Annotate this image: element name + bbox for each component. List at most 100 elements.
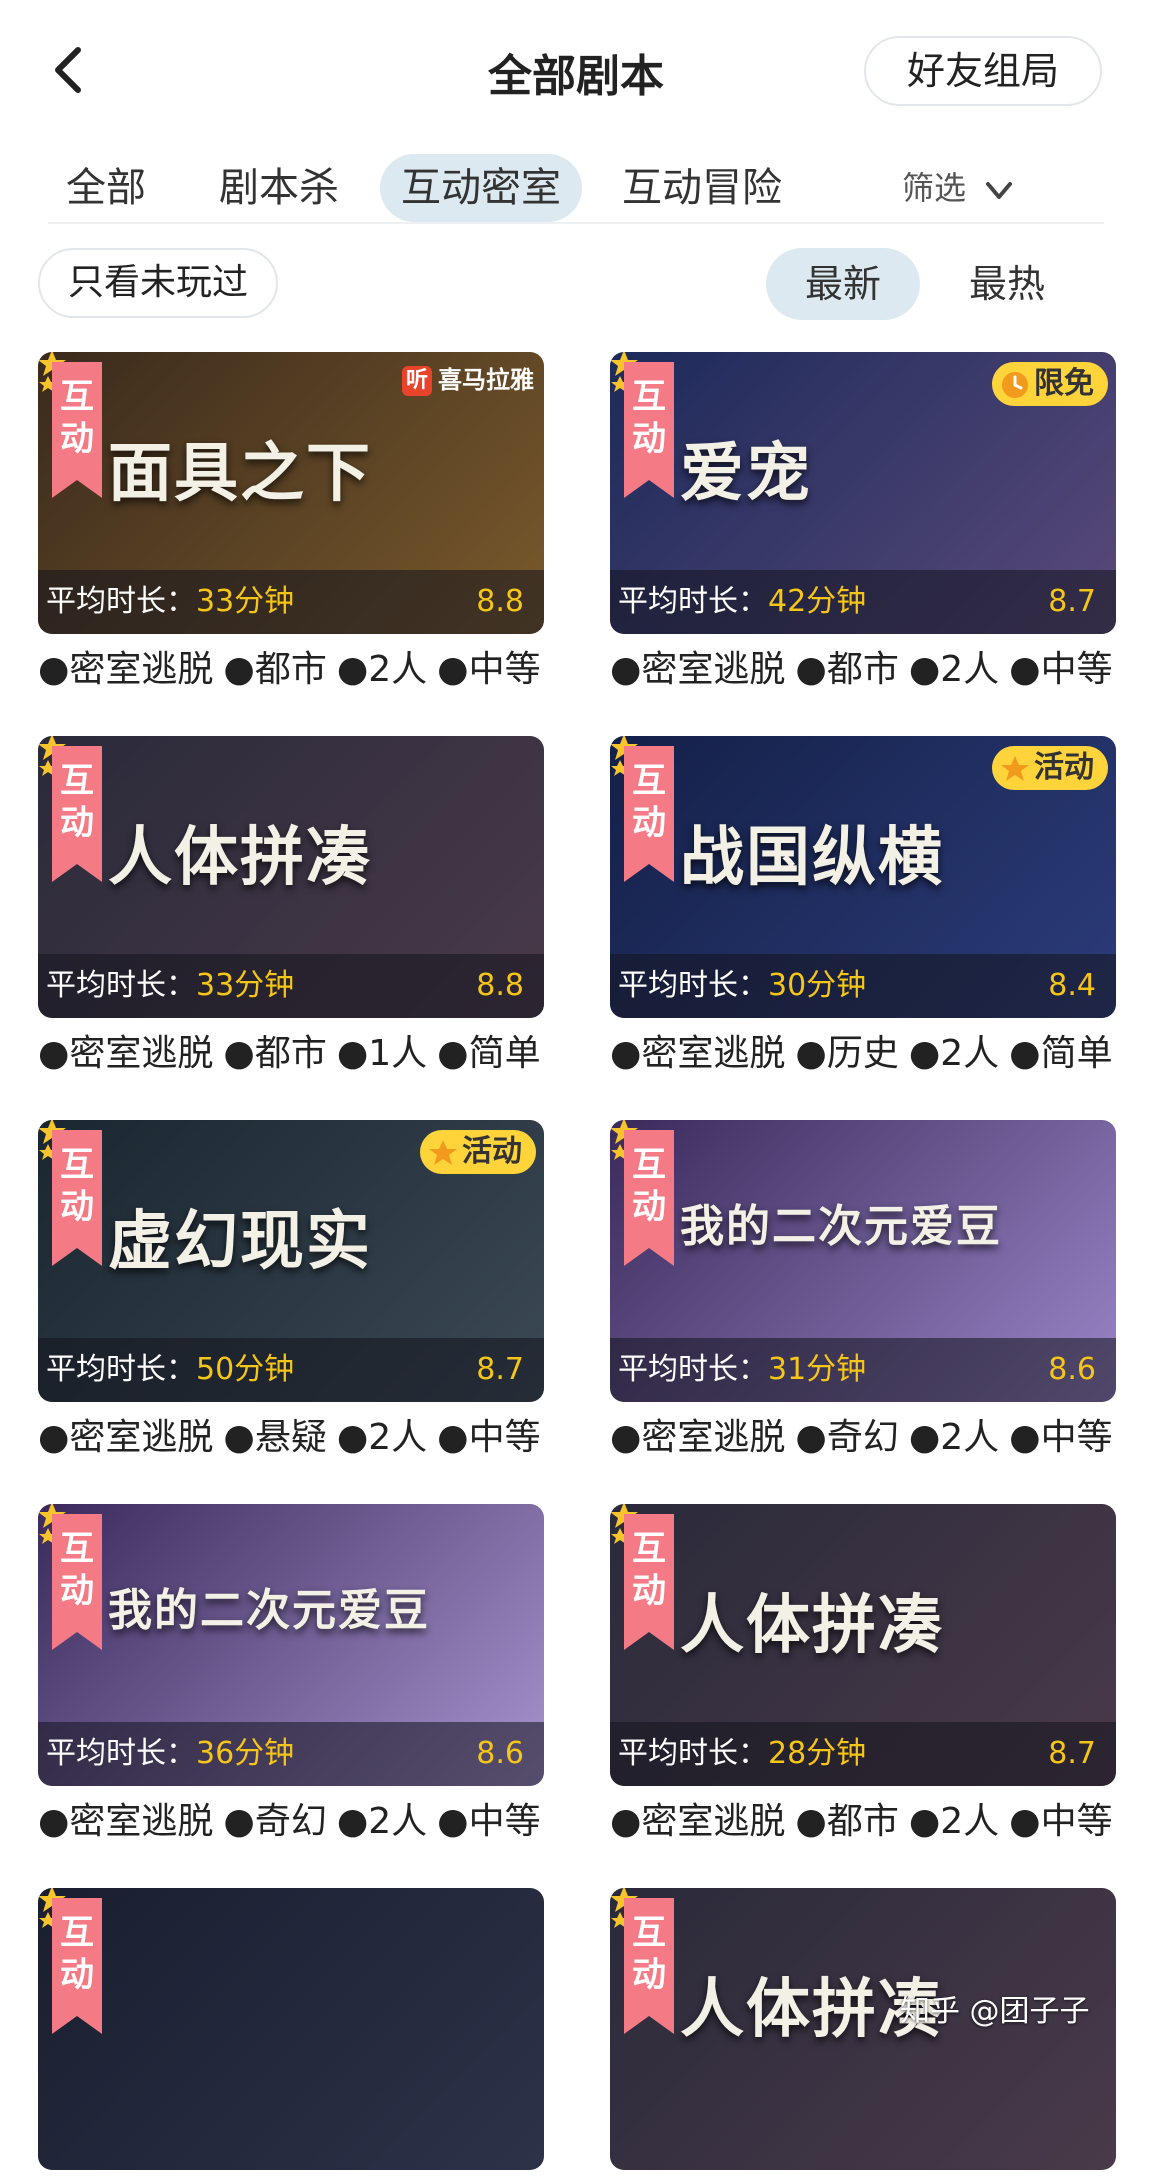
duration-label: 平均时长： <box>46 1736 196 1771</box>
star-icon <box>429 1139 457 1165</box>
tag-list: ●密室逃脱 ●都市 ●1人 ●简单 <box>38 1024 544 1076</box>
brand-name: 喜马拉雅 <box>438 366 534 394</box>
brand-label: 听喜马拉雅 <box>402 360 534 396</box>
tabs-divider <box>48 222 1104 224</box>
duration-value: 33分钟 <box>196 584 295 619</box>
script-cover[interactable]: 人体拼凑 互动 平均时长：33分钟 8.8 <box>38 736 544 1018</box>
interactive-ribbon: 互动 <box>624 1898 674 2034</box>
tag-item: ●密室逃脱 <box>610 649 786 690</box>
rating-value: 8.7 <box>476 1352 524 1387</box>
watermark: 知乎 @团子子 <box>900 1994 1090 2029</box>
ribbon-label: 互动 <box>60 377 94 459</box>
script-card[interactable]: 面具之下 互动 平均时长：33分钟 8.8 听喜马拉雅 ●密室逃脱 ●都市 ●2人 ●… <box>38 352 544 692</box>
tab-murder-mystery[interactable]: 剧本杀 <box>214 154 344 222</box>
ribbon-label: 互动 <box>60 1145 94 1227</box>
info-bar: 平均时长：33分钟 8.8 <box>38 954 544 1018</box>
info-bar: 平均时长：28分钟 8.7 <box>610 1722 1116 1786</box>
tag-list: ●密室逃脱 ●历史 ●2人 ●简单 <box>610 1024 1116 1076</box>
script-cover[interactable]: 人体拼凑 互动 平均时长：28分钟 8.7 <box>610 1504 1116 1786</box>
tab-interactive-adventure[interactable]: 互动冒险 <box>618 154 786 222</box>
category-tabs: 全部 剧本杀 互动密室 互动冒险 筛选 <box>0 150 1152 230</box>
sub-filter-bar: 只看未玩过 最新 最热 <box>0 246 1152 326</box>
ribbon-label: 互动 <box>632 377 666 459</box>
tag-item: ●密室逃脱 <box>38 1801 214 1842</box>
info-bar: 平均时长：42分钟 8.7 <box>610 570 1116 634</box>
ribbon-label: 互动 <box>632 1145 666 1227</box>
interactive-ribbon: 互动 <box>52 1514 102 1650</box>
script-card[interactable]: 战国纵横 互动 平均时长：30分钟 8.4 活动 ●密室逃脱 ●历史 ●2人 ●简单 <box>610 736 1116 1076</box>
tag-item: ●密室逃脱 <box>610 1033 786 1074</box>
script-card[interactable]: 人体拼凑 互动 平均时长：33分钟 8.8 ●密室逃脱 ●都市 ●1人 ●简单 <box>38 736 544 1076</box>
ribbon-label: 互动 <box>632 1529 666 1611</box>
script-cover[interactable]: 互动 <box>38 1888 544 2170</box>
script-card[interactable]: 人体拼凑 互动 <box>610 1888 1116 2176</box>
tag-list: ●密室逃脱 ●都市 ●2人 ●中等 <box>610 640 1116 692</box>
script-card[interactable]: 我的二次元爱豆 互动 平均时长：36分钟 8.6 ●密室逃脱 ●奇幻 ●2人 ●中等 <box>38 1504 544 1844</box>
duration-value: 30分钟 <box>768 968 867 1003</box>
clock-icon <box>1002 371 1028 398</box>
script-cover[interactable]: 战国纵横 互动 平均时长：30分钟 8.4 活动 <box>610 736 1116 1018</box>
script-card[interactable]: 互动 <box>38 1888 544 2176</box>
cover-title: 爱宠 <box>680 437 812 511</box>
cover-title: 我的二次元爱豆 <box>108 1585 430 1636</box>
tag-item: ●奇幻 <box>795 1417 899 1458</box>
tag-item: ●简单 <box>437 1033 541 1074</box>
tag-item: ●历史 <box>795 1033 899 1074</box>
duration-label: 平均时长： <box>46 1352 196 1387</box>
tag-item: ●2人 <box>908 1801 1000 1842</box>
interactive-ribbon: 互动 <box>624 1130 674 1266</box>
tab-all[interactable]: 全部 <box>56 154 156 222</box>
script-card[interactable]: 虚幻现实 互动 平均时长：50分钟 8.7 活动 ●密室逃脱 ●悬疑 ●2人 ●中等 <box>38 1120 544 1460</box>
tag-item: ●2人 <box>908 649 1000 690</box>
script-cover[interactable]: 我的二次元爱豆 互动 平均时长：31分钟 8.6 <box>610 1120 1116 1402</box>
tag-item: ●2人 <box>336 649 428 690</box>
sort-hottest[interactable]: 最热 <box>930 248 1084 320</box>
promo-badge: 活动 <box>992 746 1108 790</box>
info-bar: 平均时长：31分钟 8.6 <box>610 1338 1116 1402</box>
script-cover[interactable]: 爱宠 互动 平均时长：42分钟 8.7 限免 <box>610 352 1116 634</box>
tag-item: ●奇幻 <box>223 1801 327 1842</box>
tag-item: ●密室逃脱 <box>38 649 214 690</box>
tag-list: ●密室逃脱 ●都市 ●2人 ●中等 <box>610 1792 1116 1844</box>
interactive-ribbon: 互动 <box>52 1130 102 1266</box>
cover-title: 人体拼凑 <box>108 821 372 895</box>
script-card[interactable]: 爱宠 互动 平均时长：42分钟 8.7 限免 ●密室逃脱 ●都市 ●2人 ●中等 <box>610 352 1116 692</box>
cover-title: 虚幻现实 <box>108 1205 372 1279</box>
script-cover[interactable]: 面具之下 互动 平均时长：33分钟 8.8 听喜马拉雅 <box>38 352 544 634</box>
cover-title: 面具之下 <box>108 437 372 511</box>
chevron-down-icon <box>986 182 1013 199</box>
duration-value: 42分钟 <box>768 584 867 619</box>
tag-item: ●都市 <box>795 649 899 690</box>
duration-value: 33分钟 <box>196 968 295 1003</box>
star-icon <box>1001 755 1029 781</box>
tag-item: ●中等 <box>1009 1417 1113 1458</box>
ribbon-label: 互动 <box>60 1529 94 1611</box>
ribbon-label: 互动 <box>632 761 666 843</box>
unplayed-only-toggle[interactable]: 只看未玩过 <box>38 248 278 318</box>
tag-item: ●密室逃脱 <box>610 1801 786 1842</box>
script-cover[interactable]: 虚幻现实 互动 平均时长：50分钟 8.7 活动 <box>38 1120 544 1402</box>
sort-newest[interactable]: 最新 <box>766 248 920 320</box>
script-cover[interactable]: 我的二次元爱豆 互动 平均时长：36分钟 8.6 <box>38 1504 544 1786</box>
duration-label: 平均时长： <box>46 968 196 1003</box>
tag-item: ●简单 <box>1009 1033 1113 1074</box>
badge-label: 活动 <box>1034 750 1094 785</box>
tag-item: ●都市 <box>223 1033 327 1074</box>
tab-interactive-escape[interactable]: 互动密室 <box>380 154 582 222</box>
duration-label: 平均时长： <box>618 1352 768 1387</box>
tag-list: ●密室逃脱 ●都市 ●2人 ●中等 <box>38 640 544 692</box>
promo-badge: 限免 <box>992 362 1108 406</box>
script-card[interactable]: 人体拼凑 互动 平均时长：28分钟 8.7 ●密室逃脱 ●都市 ●2人 ●中等 <box>610 1504 1116 1844</box>
tag-list: ●密室逃脱 ●奇幻 ●2人 ●中等 <box>610 1408 1116 1460</box>
filter-button[interactable]: 筛选 <box>902 154 1016 222</box>
tag-list: ●密室逃脱 ●悬疑 ●2人 ●中等 <box>38 1408 544 1460</box>
rating-value: 8.7 <box>1048 1736 1096 1771</box>
ximalaya-logo-icon: 听 <box>402 366 432 396</box>
friend-party-button[interactable]: 好友组局 <box>864 36 1102 106</box>
interactive-ribbon: 互动 <box>624 1514 674 1650</box>
tag-item: ●密室逃脱 <box>38 1417 214 1458</box>
script-card[interactable]: 我的二次元爱豆 互动 平均时长：31分钟 8.6 ●密室逃脱 ●奇幻 ●2人 ●中等 <box>610 1120 1116 1460</box>
tag-item: ●中等 <box>1009 649 1113 690</box>
tag-item: ●中等 <box>437 1417 541 1458</box>
tag-item: ●中等 <box>437 649 541 690</box>
